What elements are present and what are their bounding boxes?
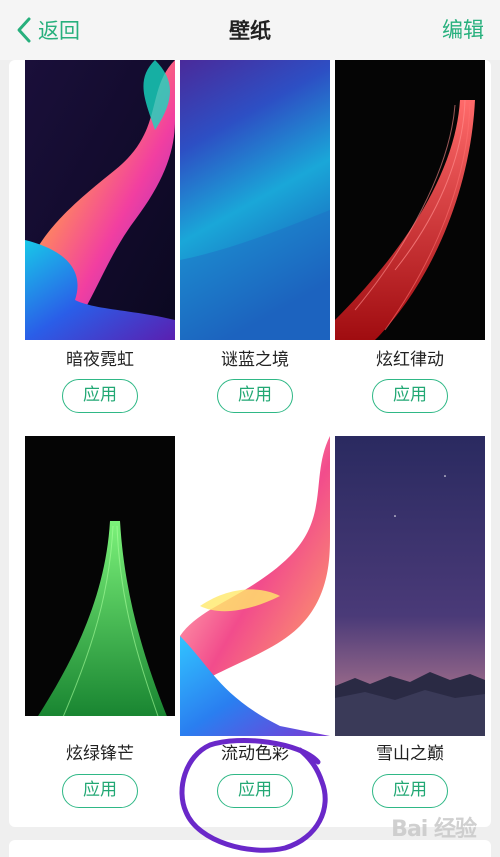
top-bar: 返回 壁纸 编辑 [0,0,500,60]
wallpaper-preview-flowing-colors[interactable] [180,436,330,736]
wallpaper-name: 暗夜霓虹 [66,350,134,370]
chevron-left-icon [14,14,38,46]
back-label: 返回 [38,19,80,43]
apply-button[interactable]: 应用 [217,774,293,808]
wallpaper-name: 流动色彩 [221,744,289,764]
wallpaper-name: 雪山之巅 [376,744,444,764]
wallpaper-preview-green-edge[interactable] [25,436,175,716]
apply-button[interactable]: 应用 [217,379,293,413]
wallpaper-preview-mystery-blue[interactable] [180,60,330,340]
page-title: 壁纸 [229,19,271,43]
watermark-logo: Bai 经验 [391,817,477,842]
apply-button[interactable]: 应用 [62,379,138,413]
back-button[interactable]: 返回 [14,14,80,46]
wallpaper-name: 炫绿锋芒 [66,744,134,764]
wallpaper-name: 谜蓝之境 [221,350,289,370]
wallpaper-preview-dark-neon[interactable] [25,60,175,340]
apply-button[interactable]: 应用 [372,774,448,808]
wallpaper-preview-snow-mountain-peak[interactable] [335,436,485,736]
apply-button[interactable]: 应用 [372,379,448,413]
wallpaper-name: 炫红律动 [376,350,444,370]
edit-button[interactable]: 编辑 [442,14,484,46]
apply-button[interactable]: 应用 [62,774,138,808]
wallpaper-preview-red-rhythm[interactable] [335,60,485,340]
